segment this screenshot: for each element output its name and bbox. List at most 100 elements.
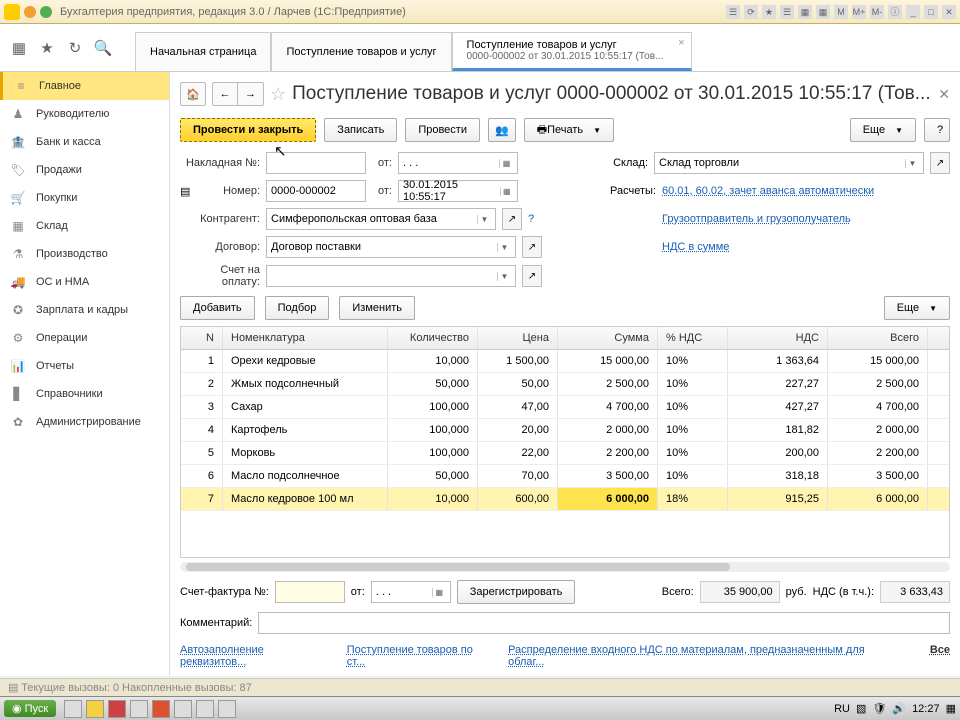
- page-close-icon[interactable]: ✕: [938, 86, 950, 103]
- task-icon[interactable]: [64, 700, 82, 718]
- col-total[interactable]: Всего: [828, 327, 928, 349]
- sidebar-item[interactable]: ≡Главное: [0, 72, 169, 100]
- sidebar-item[interactable]: ⚗Производство: [0, 240, 169, 268]
- counterparty-select[interactable]: Симферопольская оптовая база▼: [266, 208, 496, 230]
- col-n[interactable]: N: [181, 327, 223, 349]
- tab-close-icon[interactable]: ×: [678, 37, 684, 49]
- print-button[interactable]: 🖶 Печать▼: [524, 118, 614, 142]
- task-icon[interactable]: [174, 700, 192, 718]
- table-row[interactable]: 1Орехи кедровые10,0001 500,0015 000,0010…: [181, 350, 949, 373]
- tool-icon[interactable]: ☰: [780, 5, 794, 19]
- tab-home[interactable]: Начальная страница: [135, 32, 271, 71]
- favorite-icon[interactable]: ☆: [270, 84, 286, 105]
- pick-button[interactable]: Подбор: [265, 296, 330, 320]
- history-icon[interactable]: ↻: [66, 39, 84, 57]
- tool-icon[interactable]: ☰: [726, 5, 740, 19]
- start-button[interactable]: ◉ Пуск: [4, 700, 56, 717]
- edit-button[interactable]: Изменить: [339, 296, 415, 320]
- more-button[interactable]: Еще▼: [850, 118, 916, 142]
- tool-icon[interactable]: ⟳: [744, 5, 758, 19]
- col-name[interactable]: Номенклатура: [223, 327, 388, 349]
- sidebar-item[interactable]: 🛒Покупки: [0, 184, 169, 212]
- tray-icon[interactable]: 🛡: [872, 702, 886, 715]
- table-more-button[interactable]: Еще▼: [884, 296, 950, 320]
- table-row[interactable]: 3Сахар100,00047,004 700,0010%427,274 700…: [181, 396, 949, 419]
- col-price[interactable]: Цена: [478, 327, 558, 349]
- sf-number-input[interactable]: [275, 581, 345, 603]
- register-button[interactable]: Зарегистрировать: [457, 580, 576, 604]
- m-icon[interactable]: M: [834, 5, 848, 19]
- post-close-button[interactable]: Провести и закрыть: [180, 118, 316, 142]
- sidebar-item[interactable]: ⚙Операции: [0, 324, 169, 352]
- comment-input[interactable]: [258, 612, 950, 634]
- structure-button[interactable]: 👥: [488, 118, 516, 142]
- back-button[interactable]: ←: [212, 82, 238, 106]
- col-vat[interactable]: % НДС: [658, 327, 728, 349]
- vat-dist-link[interactable]: Распределение входного НДС по материалам…: [508, 644, 898, 668]
- sidebar-item[interactable]: 🏦Банк и касса: [0, 128, 169, 156]
- table-row[interactable]: 2Жмых подсолнечный50,00050,002 500,0010%…: [181, 373, 949, 396]
- sidebar-item[interactable]: 📊Отчеты: [0, 352, 169, 380]
- maximize-icon[interactable]: □: [924, 5, 938, 19]
- sidebar-item[interactable]: 🚚ОС и НМА: [0, 268, 169, 296]
- star-icon[interactable]: ★: [38, 39, 56, 57]
- apps-icon[interactable]: ▦: [10, 39, 28, 57]
- vat-link[interactable]: НДС в сумме: [662, 241, 729, 253]
- warehouse-select[interactable]: Склад торговли▼: [654, 152, 924, 174]
- clock[interactable]: 12:27: [912, 703, 940, 715]
- invoice-input[interactable]: [266, 152, 366, 174]
- tool-icon[interactable]: ▦: [816, 5, 830, 19]
- task-icon[interactable]: [108, 700, 126, 718]
- tool-icon[interactable]: ★: [762, 5, 776, 19]
- col-sum[interactable]: Сумма: [558, 327, 658, 349]
- home-button[interactable]: 🏠: [180, 82, 206, 106]
- table-row[interactable]: 4Картофель100,00020,002 000,0010%181,822…: [181, 419, 949, 442]
- tool-icon[interactable]: ▦: [798, 5, 812, 19]
- col-qty[interactable]: Количество: [388, 327, 478, 349]
- m-minus-icon[interactable]: M-: [870, 5, 884, 19]
- help-button[interactable]: ?: [924, 118, 950, 142]
- close-icon[interactable]: ✕: [942, 5, 956, 19]
- sf-date-input[interactable]: . . .▦: [371, 581, 451, 603]
- sidebar-item[interactable]: 🏷Продажи: [0, 156, 169, 184]
- open-button[interactable]: ↗: [522, 236, 542, 258]
- tray-icon[interactable]: ▧: [856, 702, 866, 715]
- doc-icon[interactable]: ▤: [180, 185, 194, 198]
- info-icon[interactable]: ⓘ: [888, 5, 902, 19]
- help-icon[interactable]: ?: [528, 213, 534, 225]
- tray-icon[interactable]: 🔊: [892, 702, 906, 715]
- invoice-date-input[interactable]: . . .▦: [398, 152, 518, 174]
- task-icon[interactable]: [86, 700, 104, 718]
- sidebar-item[interactable]: ▦Склад: [0, 212, 169, 240]
- open-button[interactable]: ↗: [502, 208, 522, 230]
- open-button[interactable]: ↗: [522, 265, 542, 287]
- contract-select[interactable]: Договор поставки▼: [266, 236, 516, 258]
- open-button[interactable]: ↗: [930, 152, 950, 174]
- task-icon[interactable]: [218, 700, 236, 718]
- table-row[interactable]: 5Морковь100,00022,002 200,0010%200,002 2…: [181, 442, 949, 465]
- shipper-link[interactable]: Грузоотправитель и грузополучатель: [662, 213, 851, 225]
- post-button[interactable]: Провести: [405, 118, 480, 142]
- sidebar-item[interactable]: ♟Руководителю: [0, 100, 169, 128]
- sidebar-item[interactable]: ▋Справочники: [0, 380, 169, 408]
- task-icon[interactable]: [152, 700, 170, 718]
- sidebar-item[interactable]: ✿Администрирование: [0, 408, 169, 436]
- col-vatamt[interactable]: НДС: [728, 327, 828, 349]
- number-input[interactable]: [266, 180, 366, 202]
- tray-icon[interactable]: ▦: [946, 702, 956, 715]
- lang-indicator[interactable]: RU: [834, 703, 850, 715]
- search-icon[interactable]: 🔍: [94, 39, 112, 57]
- table-row[interactable]: 6Масло подсолнечное50,00070,003 500,0010…: [181, 465, 949, 488]
- calc-link[interactable]: 60.01, 60.02, зачет аванса автоматически: [662, 185, 874, 197]
- tab-goods-list[interactable]: Поступление товаров и услуг: [271, 32, 451, 71]
- task-icon[interactable]: [196, 700, 214, 718]
- save-button[interactable]: Записать: [324, 118, 397, 142]
- bill-select[interactable]: ▼: [266, 265, 516, 287]
- add-button[interactable]: Добавить: [180, 296, 255, 320]
- task-icon[interactable]: [130, 700, 148, 718]
- goods-link[interactable]: Поступление товаров по ст...: [347, 644, 492, 668]
- sidebar-item[interactable]: ✪Зарплата и кадры: [0, 296, 169, 324]
- forward-button[interactable]: →: [238, 82, 264, 106]
- table-row[interactable]: 7Масло кедровое 100 мл10,000600,006 000,…: [181, 488, 949, 511]
- m-plus-icon[interactable]: M+: [852, 5, 866, 19]
